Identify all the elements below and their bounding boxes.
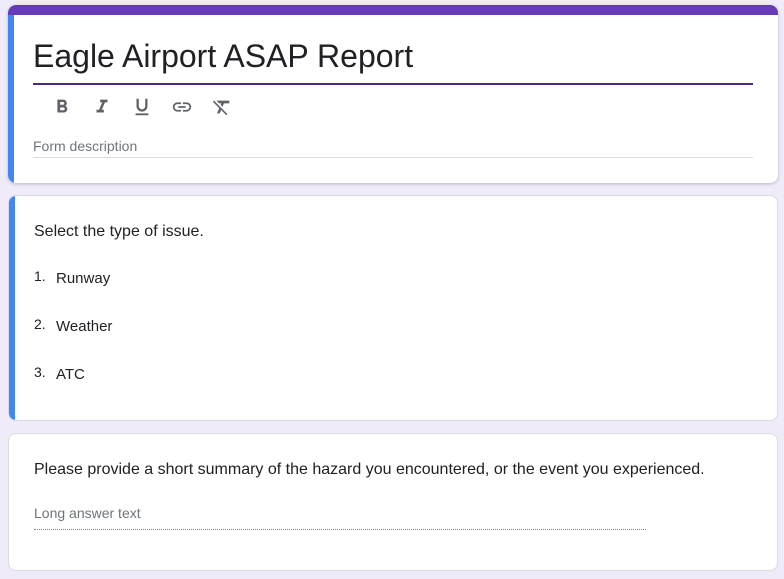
- list-item[interactable]: 3. ATC: [34, 364, 85, 384]
- list-item-number: 1.: [34, 268, 46, 284]
- accent-top-bar: [8, 5, 778, 15]
- link-button[interactable]: [162, 94, 202, 120]
- list-item-number: 2.: [34, 316, 46, 332]
- list-item-number: 3.: [34, 364, 46, 380]
- form-description-input[interactable]: Form description: [33, 138, 137, 154]
- italic-icon: [96, 99, 108, 113]
- question-card-issue-type[interactable]: Select the type of issue. 1. Runway 2. W…: [8, 195, 778, 421]
- long-answer-underline: [34, 529, 646, 530]
- list-item-label: ATC: [56, 365, 85, 383]
- link-icon: [172, 102, 192, 112]
- list-item-label: Runway: [56, 269, 111, 287]
- list-item[interactable]: 2. Weather: [34, 316, 112, 336]
- long-answer-field[interactable]: Long answer text: [34, 505, 141, 521]
- clear-format-icon: [212, 100, 230, 116]
- form-header-card[interactable]: Eagle Airport ASAP Report Form descripti…: [8, 5, 778, 183]
- bold-button[interactable]: [42, 94, 82, 120]
- underline-icon: [135, 98, 149, 116]
- underline-button[interactable]: [122, 94, 162, 120]
- description-underline: [33, 157, 753, 158]
- question-title[interactable]: Please provide a short summary of the ha…: [34, 461, 705, 479]
- italic-button[interactable]: [82, 94, 122, 120]
- active-indicator-bar: [9, 196, 15, 420]
- bold-icon: [57, 99, 68, 113]
- list-item[interactable]: 1. Runway: [34, 268, 110, 288]
- question-card-summary[interactable]: Please provide a short summary of the ha…: [8, 433, 778, 571]
- title-underline: [33, 83, 753, 85]
- active-indicator-bar: [8, 15, 14, 183]
- formatting-toolbar: [42, 94, 242, 120]
- list-item-label: Weather: [56, 317, 113, 335]
- form-title[interactable]: Eagle Airport ASAP Report: [33, 36, 413, 76]
- question-title[interactable]: Select the type of issue.: [34, 223, 204, 241]
- clear-format-button[interactable]: [202, 94, 242, 120]
